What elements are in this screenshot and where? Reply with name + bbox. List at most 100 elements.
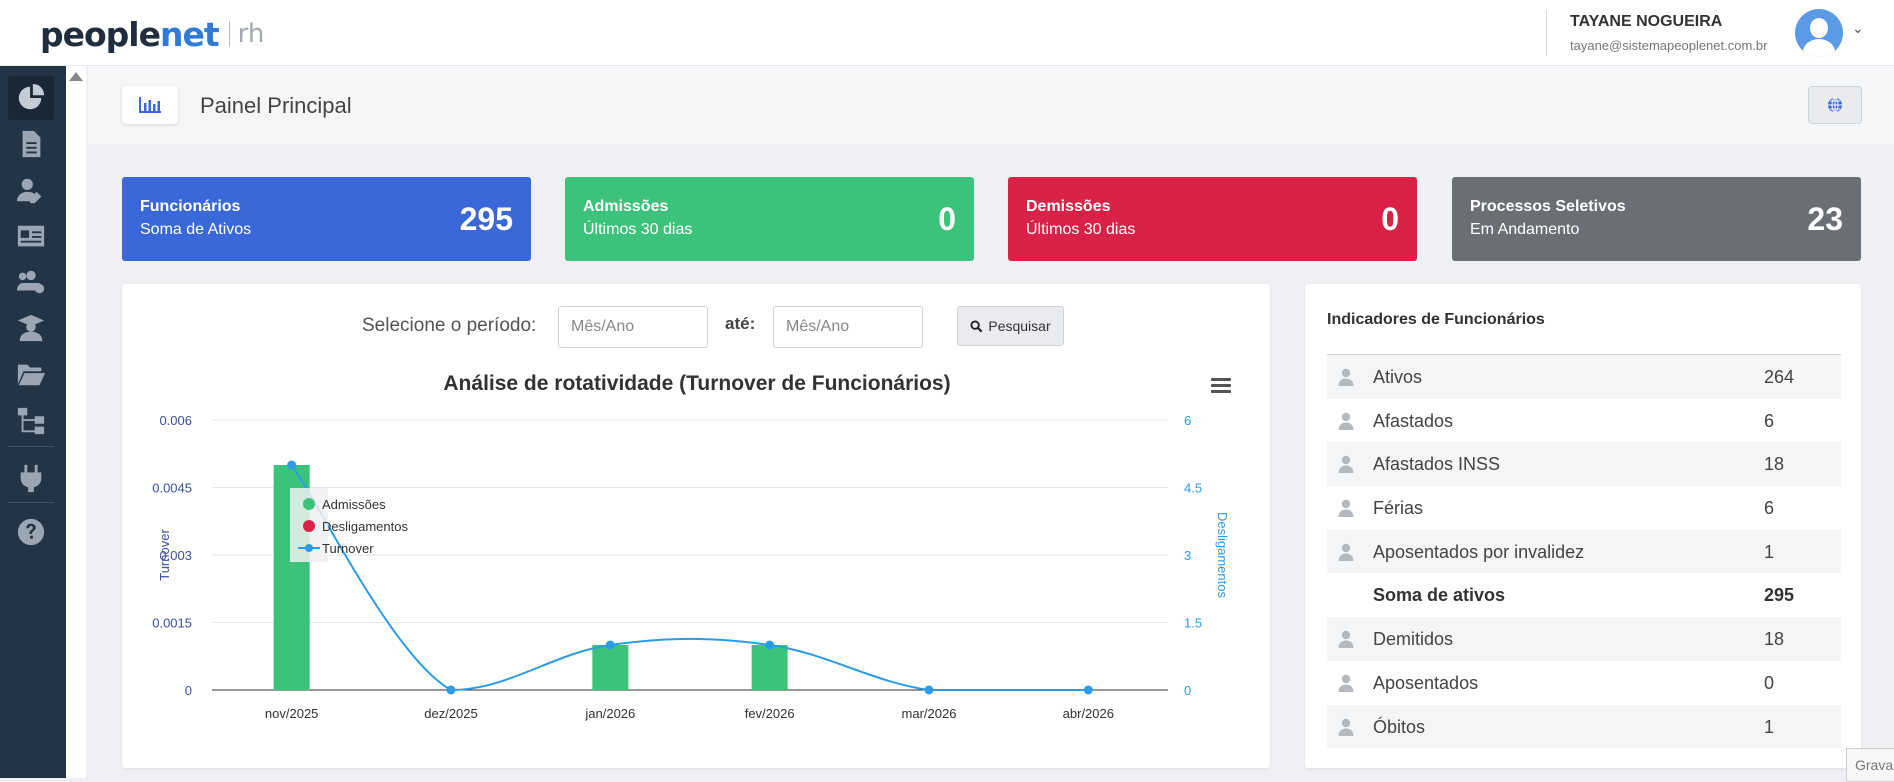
scroll-up-icon[interactable] [69,72,83,81]
indicators-table: Ativos 264 Afastados 6 Afastados INSS 18 Féria… [1327,354,1841,749]
indicator-row: Demitidos 18 [1327,617,1841,661]
users-cog-icon [16,270,45,294]
indicators-panel: Indicadores de Funcionários Ativos 264 Afa… [1305,284,1861,768]
card-demissoes[interactable]: Demissões Últimos 30 dias 0 [1008,177,1417,261]
indicator-row: Aposentados 0 [1327,661,1841,705]
indicator-value: 1 [1764,716,1775,737]
sidebar-item-training[interactable] [8,306,54,350]
legend-symbol [305,544,313,552]
logo-text: peoplenet [40,14,220,54]
y-tick-label: 0.006 [159,413,192,428]
indicator-value: 0 [1764,672,1775,693]
sidebar-item-id-card[interactable] [8,214,54,258]
sidebar-item-folders[interactable] [8,352,54,396]
indicator-label: Aposentados [1373,672,1479,693]
document-icon [22,130,41,158]
turnover-point [924,685,934,695]
sidebar-item-user-edit[interactable] [8,168,54,212]
sidebar-item-org-chart[interactable] [8,398,54,442]
user-icon [1338,630,1354,649]
card-value: 0 [1381,201,1399,237]
turnover-chart: 0 0.0015 0.003 0.0045 0.006 0 1.5 3 4.5 6 Turnover… [152,413,1230,721]
indicator-label: Afastados INSS [1373,454,1501,475]
sitemap-icon [17,407,45,435]
x-tick-label: mar/2026 [902,706,957,721]
y-tick-label: 0 [185,683,192,698]
sidebar-item-dashboard[interactable] [8,76,54,120]
turnover-line [290,464,1089,692]
sidebar-item-integrations[interactable] [8,456,54,500]
period-from-input[interactable]: Mês/Ano [558,306,708,348]
card-subtitle: Em Andamento [1470,221,1580,238]
card-value: 23 [1807,201,1843,237]
indicator-value: 295 [1764,585,1795,606]
sidebar-item-documents[interactable] [8,122,54,166]
search-button[interactable]: Pesquisar [957,306,1064,346]
app-logo[interactable]: peoplenet rh [40,14,264,54]
card-title: Demissões [1026,198,1111,215]
logo-separator [228,21,230,47]
id-card-icon [17,225,45,247]
turnover-point [605,640,615,650]
sidebar [0,66,66,778]
user-icon [1338,499,1354,518]
x-tick-label: fev/2026 [745,706,795,721]
y-right-tick-label: 6 [1184,413,1191,428]
legend-background [290,488,328,562]
indicator-label: Afastados [1373,410,1454,431]
graduate-icon [17,314,45,342]
language-button[interactable] [1808,86,1862,124]
indicator-value: 264 [1764,367,1795,387]
y-axis-title: Turnover [157,529,172,581]
indicator-row: Aposentados por invalidez 1 [1327,529,1841,574]
turnover-point [287,460,297,470]
legend-symbol [303,520,315,532]
user-icon [1338,456,1354,474]
user-email: tayane@sistemapeoplenet.com.br [1570,38,1768,53]
legend-item-label: Turnover [322,541,374,556]
period-to-input[interactable]: Mês/Ano [773,306,923,348]
indicator-row: Soma de ativos 295 [1327,573,1841,617]
user-icon [1338,412,1354,430]
card-title: Processos Seletivos [1470,198,1626,215]
indicator-row: Afastados 6 [1327,399,1841,443]
indicator-value: 18 [1764,454,1785,475]
sidebar-item-help[interactable] [8,510,54,554]
user-icon [1338,543,1354,561]
card-funcionarios[interactable]: Funcionários Soma de Ativos 295 [122,177,531,261]
sidebar-item-users-cog[interactable] [8,260,54,304]
y-right-tick-label: 1.5 [1184,616,1202,631]
bar-chart-icon [122,86,178,124]
user-icon [1338,674,1354,692]
y-right-tick-label: 4.5 [1184,481,1202,496]
card-value: 295 [459,201,513,237]
avatar[interactable] [1795,9,1843,57]
page-title: Painel Principal [200,93,352,118]
indicator-row: Férias 6 [1327,486,1841,530]
user-name: TAYANE NOGUEIRA [1570,13,1723,30]
sidebar-scrollbar[interactable] [66,66,86,778]
user-edit-icon [16,178,42,204]
indicator-label: Férias [1373,498,1424,519]
indicator-row: Afastados INSS 18 [1327,442,1841,487]
indicator-value: 6 [1764,498,1775,519]
y-tick-label: 0.0015 [152,616,192,631]
indicator-label: Soma de ativos [1373,585,1506,606]
indicator-value: 18 [1764,629,1785,650]
indicator-label: Demitidos [1373,629,1454,650]
x-tick-label: dez/2025 [424,706,478,721]
pie-chart-icon [18,83,45,110]
card-processos-seletivos[interactable]: Processos Seletivos Em Andamento 23 [1452,177,1861,261]
user-icon [1338,718,1354,736]
card-admissoes[interactable]: Admissões Últimos 30 dias 0 [565,177,974,261]
turnover-panel: Selecione o período: Mês/Ano até: Mês/An… [122,284,1270,768]
chevron-down-icon[interactable]: ⌄ [1852,20,1864,37]
chart-menu-icon[interactable] [1211,378,1231,394]
bar [592,645,629,690]
recaptcha-badge[interactable]: Grava [1846,748,1894,782]
card-value: 0 [938,201,956,237]
bar [751,645,788,690]
period-to-label: até: [725,314,756,333]
search-button-label: Pesquisar [988,318,1051,334]
folder-open-icon [17,364,46,386]
